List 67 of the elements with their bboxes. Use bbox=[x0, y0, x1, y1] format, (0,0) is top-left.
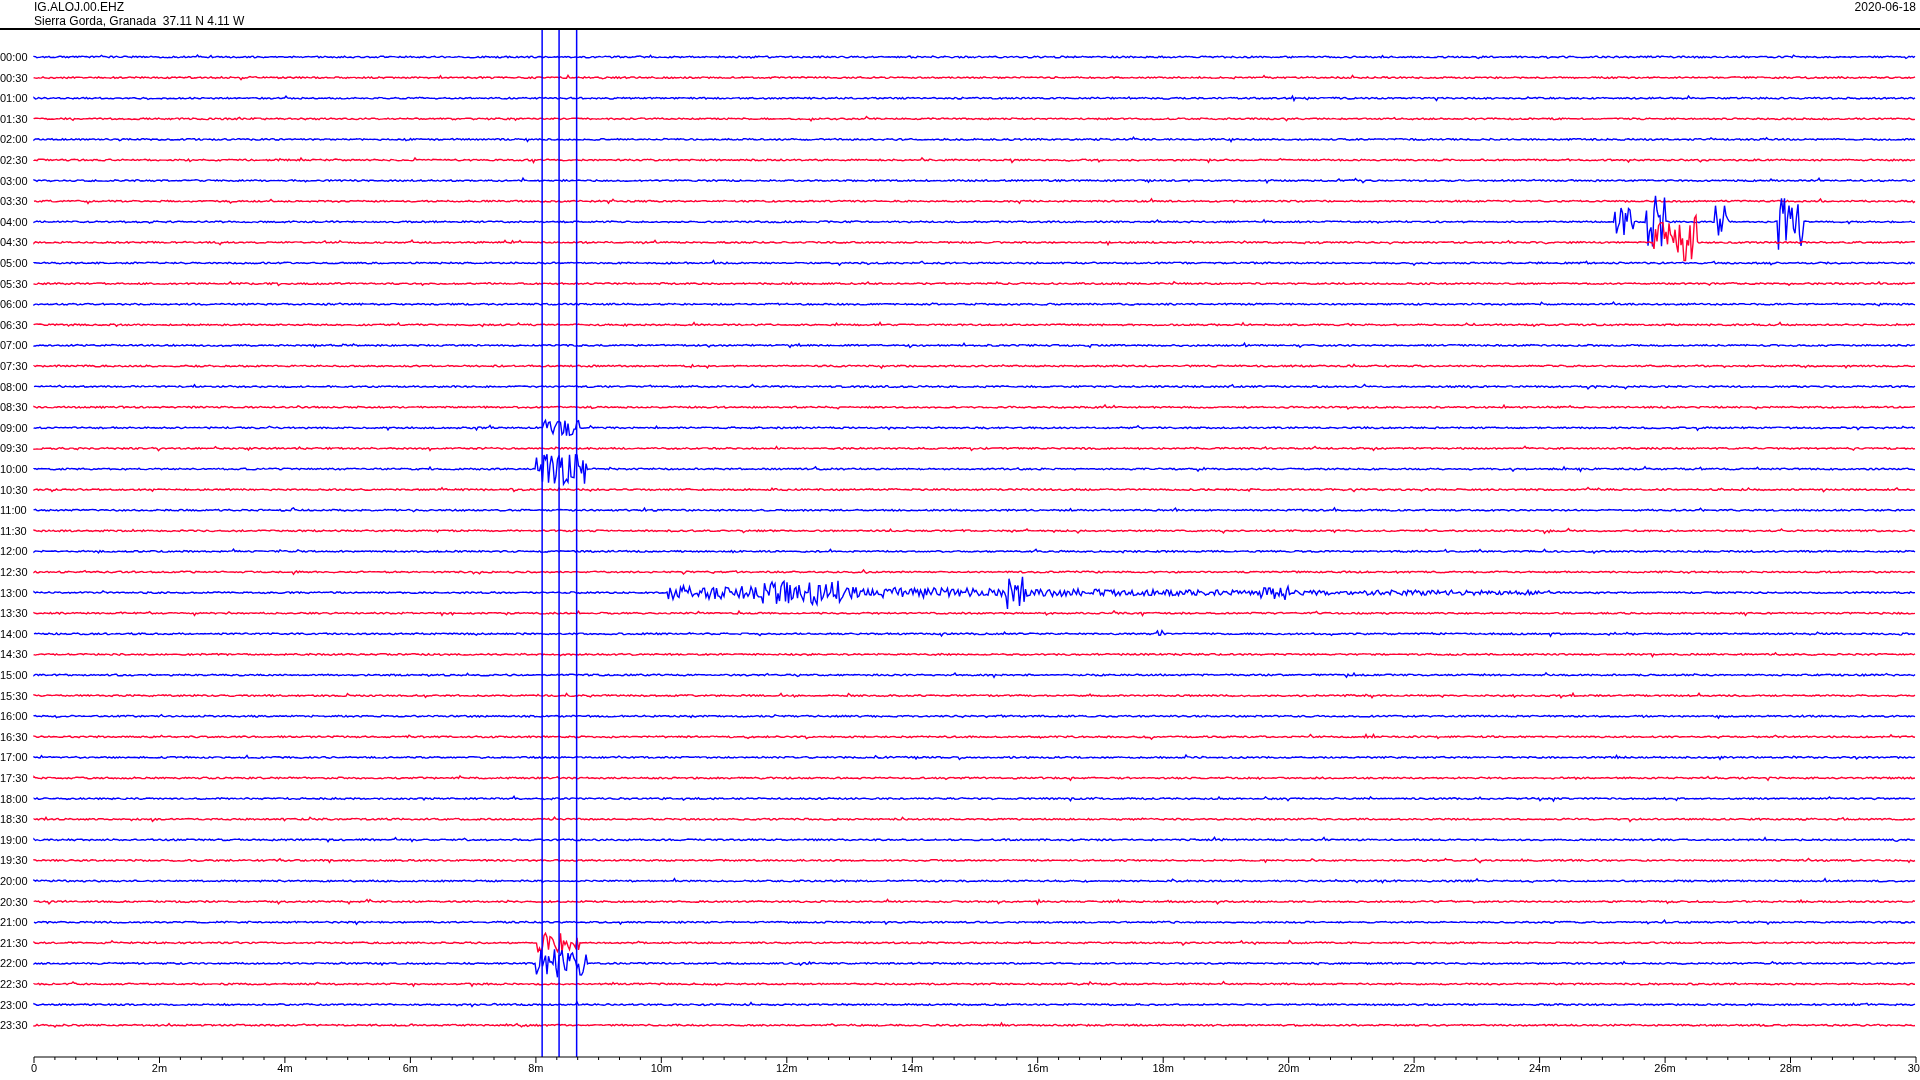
time-label: 21:00 bbox=[0, 916, 28, 929]
time-label: 22:30 bbox=[0, 978, 28, 990]
time-label: 10:30 bbox=[0, 483, 28, 496]
time-label: 06:00 bbox=[0, 298, 28, 311]
axis-tick-label: 6m bbox=[402, 1062, 419, 1074]
time-label: 07:30 bbox=[0, 360, 28, 372]
time-label: 21:30 bbox=[0, 936, 28, 949]
axis-tick-label: 8m bbox=[528, 1062, 544, 1074]
time-label: 18:30 bbox=[0, 813, 28, 826]
time-label: 02:00 bbox=[0, 133, 28, 146]
time-label: 07:00 bbox=[0, 339, 28, 352]
axis-tick-label: 0 bbox=[31, 1062, 38, 1074]
time-label: 05:00 bbox=[0, 257, 28, 269]
time-label: 14:30 bbox=[0, 648, 28, 661]
axis-tick-label: 14m bbox=[901, 1062, 923, 1074]
time-label: 08:00 bbox=[0, 380, 28, 393]
time-label: 09:00 bbox=[0, 421, 28, 434]
time-label: 15:00 bbox=[0, 669, 28, 681]
time-label: 09:30 bbox=[0, 442, 28, 455]
time-label: 08:30 bbox=[0, 401, 28, 414]
axis-tick-label: 24m bbox=[1528, 1062, 1551, 1074]
axis-tick-label: 10m bbox=[650, 1062, 673, 1074]
axis-tick-label: 28m bbox=[1779, 1062, 1802, 1074]
axis-tick-label: 4m bbox=[277, 1062, 293, 1074]
axis-tick-label: 20m bbox=[1277, 1062, 1300, 1074]
time-label: 03:00 bbox=[0, 174, 28, 187]
axis-tick-label: 30 bbox=[1907, 1062, 1920, 1074]
time-label: 04:30 bbox=[0, 236, 28, 249]
time-label: 13:00 bbox=[0, 586, 28, 599]
axis-tick-label: 22m bbox=[1403, 1062, 1425, 1074]
time-label: 16:00 bbox=[0, 710, 28, 723]
time-label: 02:30 bbox=[0, 154, 28, 166]
time-label: 10:00 bbox=[0, 463, 28, 475]
time-label: 19:30 bbox=[0, 854, 28, 867]
time-label: 20:00 bbox=[0, 875, 28, 887]
date-label: 2020-06-18 bbox=[1854, 0, 1916, 16]
axis-tick-label: 26m bbox=[1654, 1062, 1676, 1074]
axis-tick-label: 2m bbox=[151, 1062, 168, 1074]
axis-tick-label: 18m bbox=[1152, 1062, 1174, 1074]
time-label: 00:00 bbox=[0, 51, 28, 63]
time-label: 13:30 bbox=[0, 607, 28, 620]
time-label: 17:30 bbox=[0, 772, 28, 784]
time-label: 05:30 bbox=[0, 277, 28, 290]
time-label: 19:00 bbox=[0, 833, 28, 846]
station-code: IG.ALOJ.00.EHZ bbox=[34, 0, 126, 14]
station-location: Sierra Gorda, Granada 37.11 N 4.11 W bbox=[34, 14, 245, 28]
time-label: 06:30 bbox=[0, 318, 28, 331]
time-label: 16:30 bbox=[0, 730, 28, 743]
axis-tick-label: 16m bbox=[1027, 1062, 1049, 1074]
time-label: 12:30 bbox=[0, 566, 28, 578]
time-label: 01:00 bbox=[0, 92, 28, 105]
time-label: 17:00 bbox=[0, 751, 28, 764]
time-label: 20:30 bbox=[0, 895, 28, 908]
time-label: 15:30 bbox=[0, 689, 28, 702]
time-label: 03:30 bbox=[0, 195, 28, 208]
time-label: 23:00 bbox=[0, 998, 28, 1011]
time-label: 22:00 bbox=[0, 957, 28, 970]
time-label: 00:30 bbox=[0, 71, 28, 84]
time-label: 18:00 bbox=[0, 792, 28, 805]
time-label: 11:30 bbox=[0, 524, 27, 537]
axis-tick-label: 12m bbox=[776, 1062, 798, 1074]
time-label: 12:00 bbox=[0, 545, 28, 558]
time-label: 11:00 bbox=[0, 504, 27, 517]
time-label: 23:30 bbox=[0, 1019, 28, 1032]
time-label: 14:00 bbox=[0, 627, 28, 640]
time-label: 01:30 bbox=[0, 112, 28, 125]
time-label: 04:00 bbox=[0, 215, 28, 228]
